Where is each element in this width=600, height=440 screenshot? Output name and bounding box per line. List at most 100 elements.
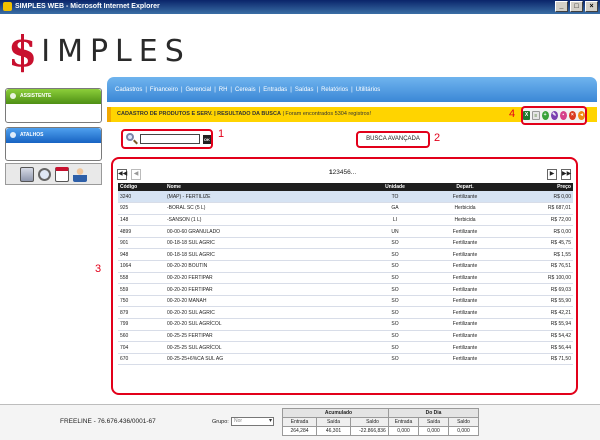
back-icon[interactable]: ◂: [577, 111, 585, 120]
edit-icon[interactable]: ✎: [550, 111, 558, 120]
table-row[interactable]: 670 00-25-25+6%CA SUL AG SO Fertilizante R$ …: [118, 353, 573, 366]
table-row[interactable]: 948 00-18-18 SUL AGRIC SO Fertilizante R$ 1,…: [118, 248, 573, 262]
table-row[interactable]: 1064 00-20-20 BOUTIN SO Fertilizante R$ 76,5…: [118, 260, 573, 273]
callout-4: 4: [509, 108, 516, 120]
document-icon[interactable]: ≡: [532, 111, 540, 120]
cell-preco: R$ 0,00: [505, 191, 573, 204]
excel-icon[interactable]: X: [523, 111, 531, 120]
cell-nome: 00-20-20 FERTIPAR: [165, 283, 365, 296]
cell-preco: R$ 100,00: [505, 272, 573, 285]
col-unidade[interactable]: Unidade: [365, 183, 425, 191]
page-link[interactable]: ...: [351, 169, 356, 176]
assistente-header[interactable]: ASSISTENTE: [6, 89, 101, 104]
add-icon[interactable]: +: [541, 111, 549, 120]
cell-depart: Fertilizante: [425, 306, 505, 320]
cell-preco: R$ 55,90: [505, 295, 573, 308]
prev-page-button[interactable]: ◀: [131, 169, 141, 180]
grupo-select[interactable]: Nor: [231, 417, 274, 426]
do-dia-col: Saída: [418, 417, 449, 427]
cell-codigo: 559: [118, 283, 165, 296]
table-row[interactable]: 560 00-25-25 FERTIPAR SO Fertilizante R$ 54,…: [118, 330, 573, 343]
menu-item-gerencial[interactable]: Gerencial: [186, 87, 212, 93]
table-row[interactable]: 148 -SANSON (1 L) LI Herbicida R$ 72,00: [118, 214, 573, 227]
cell-nome: 00-00-60 GRANULADO: [165, 225, 365, 238]
maximize-button[interactable]: □: [570, 1, 583, 12]
cell-preco: R$ 55,94: [505, 318, 573, 331]
result-count: Foram encontrados 5304 registros!: [285, 111, 372, 117]
table-row[interactable]: 925 -BORAL SC (5 L) GA Herbicida R$ 687,01: [118, 202, 573, 215]
table-row[interactable]: 3240 (MAP) - FERTILIZE TO Fertilizante R$ 0,…: [118, 191, 573, 204]
delete-icon[interactable]: ×: [568, 111, 576, 120]
cell-unidade: SO: [365, 283, 425, 296]
cell-codigo: 3240: [118, 191, 165, 204]
table-row[interactable]: 558 00-20-20 FERTIPAR SO Fertilizante R$ 100…: [118, 272, 573, 285]
cell-preco: R$ 42,21: [505, 306, 573, 320]
menu-item-rh[interactable]: RH: [219, 87, 228, 93]
cell-codigo: 879: [118, 306, 165, 320]
window-title: SIMPLES WEB - Microsoft Internet Explore…: [15, 3, 160, 10]
cell-unidade: SO: [365, 306, 425, 320]
cell-codigo: 4899: [118, 225, 165, 238]
results-panel: ◀◀ ◀ 123456... ▶ ▶▶ Código Nome Unidade …: [111, 157, 578, 395]
cell-depart: Fertilizante: [425, 260, 505, 273]
cell-nome: 00-20-20 SUL AGRÍCOL: [165, 318, 365, 331]
logo-text: IMPLES: [41, 34, 191, 69]
menu-item-entradas[interactable]: Entradas: [263, 87, 287, 93]
table-row[interactable]: 901 00-18-18 SUL AGRIC SO Fertilizante R$ 45…: [118, 237, 573, 250]
cell-unidade: SO: [365, 353, 425, 366]
search-icon[interactable]: [38, 167, 51, 181]
minimize-button[interactable]: _: [555, 1, 568, 12]
cell-depart: Herbicida: [425, 214, 505, 227]
first-page-button[interactable]: ◀◀: [117, 169, 127, 180]
col-depart[interactable]: Depart.: [425, 183, 505, 191]
browser-icon: [3, 1, 12, 11]
do-dia-table: Do Dia Entrada Saída Saldo 0,000 0,000 0…: [388, 408, 479, 436]
menu-separator: |: [351, 86, 353, 93]
menu-separator: |: [316, 86, 319, 93]
app-logo: $ IMPLES: [8, 31, 191, 73]
table-row[interactable]: 559 00-20-20 FERTIPAR SO Fertilizante R$ 69,…: [118, 283, 573, 296]
user-icon[interactable]: [73, 166, 87, 182]
cell-nome: 00-20-20 SUL AGRIC: [165, 306, 365, 320]
cell-nome: 00-20-20 BOUTIN: [165, 260, 365, 273]
atalhos-header[interactable]: ATALHOS: [6, 128, 101, 143]
search-input[interactable]: [139, 134, 200, 144]
menu-item-utilitarios[interactable]: Utilitários: [356, 87, 381, 93]
menu-item-relatorios[interactable]: Relatórios: [321, 87, 348, 93]
calculator-icon[interactable]: [20, 166, 34, 182]
atalhos-panel: ATALHOS: [5, 127, 102, 161]
cell-nome: -SANSON (1 L): [165, 214, 365, 227]
menu-item-cadastros[interactable]: Cadastros: [115, 87, 142, 93]
cell-depart: Fertilizante: [425, 318, 505, 331]
cell-nome: 00-25-25 FERTIPAR: [165, 330, 365, 343]
table-row[interactable]: 704 00-25-25 SUL AGRÍCOL SO Fertilizante R$ …: [118, 341, 573, 354]
col-codigo[interactable]: Código: [118, 183, 165, 191]
last-page-button[interactable]: ▶▶: [561, 169, 571, 180]
search-ok-button[interactable]: OK: [202, 134, 211, 144]
cell-codigo: 948: [118, 248, 165, 262]
cell-codigo: 560: [118, 330, 165, 343]
table-row[interactable]: 750 00-20-20 MANAH SO Fertilizante R$ 55,90: [118, 295, 573, 308]
table-row[interactable]: 799 00-20-20 SUL AGRÍCOL SO Fertilizante R$ …: [118, 318, 573, 331]
menu-item-cereais[interactable]: Cereais: [235, 87, 256, 93]
cell-depart: Fertilizante: [425, 330, 505, 343]
table-row[interactable]: 879 00-20-20 SUL AGRIC SO Fertilizante R$ 42…: [118, 306, 573, 320]
cell-codigo: 558: [118, 272, 165, 285]
cell-preco: R$ 45,75: [505, 237, 573, 250]
cell-depart: Fertilizante: [425, 237, 505, 250]
cell-unidade: SO: [365, 341, 425, 354]
col-nome[interactable]: Nome: [165, 183, 365, 191]
table-row[interactable]: 4899 00-00-60 GRANULADO UN Fertilizante R$ 0…: [118, 225, 573, 238]
menu-item-saidas[interactable]: Saídas: [295, 87, 314, 93]
close-button[interactable]: ×: [585, 1, 598, 12]
next-page-button[interactable]: ▶: [547, 169, 557, 180]
cell-nome: 00-25-25 SUL AGRÍCOL: [165, 341, 365, 354]
search-box: OK: [121, 129, 213, 149]
menu-item-financeiro[interactable]: Financeiro: [150, 87, 178, 93]
busca-avancada-button[interactable]: BUSCA AVANÇADA: [356, 131, 430, 148]
callout-1: 1: [218, 128, 225, 140]
cell-preco: R$ 1,55: [505, 248, 573, 262]
print-icon[interactable]: ▪: [559, 111, 567, 120]
col-preco[interactable]: Preço: [505, 183, 573, 191]
calendar-icon[interactable]: [55, 166, 69, 182]
